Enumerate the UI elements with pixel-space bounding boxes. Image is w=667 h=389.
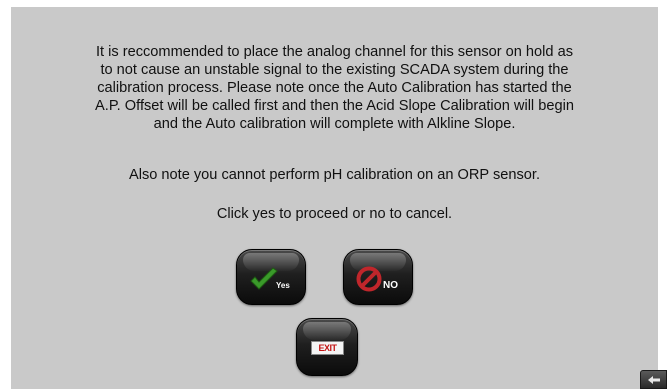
message-line: to not cause an unstable signal to the e… <box>100 62 569 78</box>
message-line: and the Auto calibration will complete w… <box>153 116 516 132</box>
exit-label: EXIT <box>318 343 337 353</box>
exit-button[interactable]: EXIT <box>296 318 358 376</box>
calibration-warning-text: It is reccommended to place the analog c… <box>11 43 658 133</box>
confirm-prompt-text: Click yes to proceed or no to cancel. <box>216 206 453 222</box>
back-arrow-icon <box>648 376 660 384</box>
message-line: A.P. Offset will be called first and the… <box>95 98 574 114</box>
green-check-icon <box>250 267 278 290</box>
red-no-symbol-icon <box>356 266 382 292</box>
yes-label: Yes <box>276 281 290 290</box>
no-button[interactable]: NO <box>343 249 413 305</box>
button-gloss <box>303 322 351 340</box>
orp-note-text: Also note you cannot perform pH calibrat… <box>128 167 541 183</box>
exit-sign-icon: EXIT <box>311 341 344 355</box>
no-label: NO <box>383 280 398 291</box>
message-line: It is reccommended to place the analog c… <box>95 44 573 60</box>
yes-button[interactable]: Yes <box>236 249 306 305</box>
message-line: calibration process. Please note once th… <box>97 80 572 96</box>
back-button[interactable] <box>640 370 667 389</box>
